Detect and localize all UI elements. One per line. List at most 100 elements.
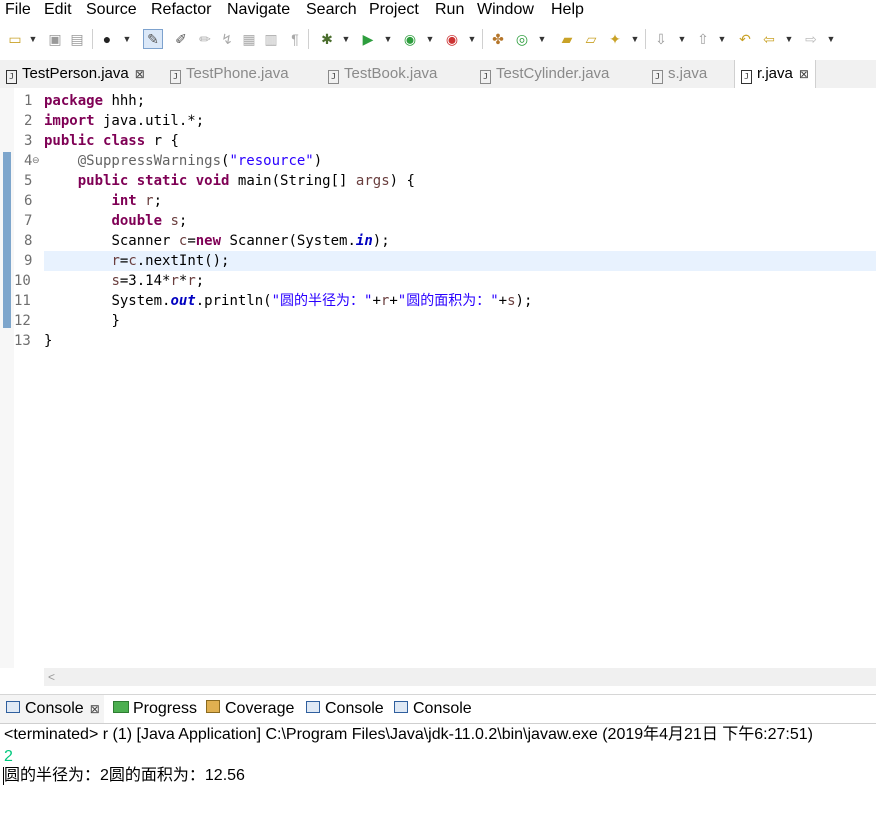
scroll-left-icon[interactable]: < (48, 668, 55, 686)
toolbar-separator (92, 29, 93, 49)
wrap-icon[interactable]: ↯ (218, 30, 236, 48)
menu-file[interactable]: File (5, 0, 31, 20)
menu-search[interactable]: Search (306, 0, 357, 20)
forward-icon[interactable]: ⇨ (802, 30, 820, 48)
code-text: Scanner(System. (221, 233, 356, 249)
coverage-icon (206, 700, 220, 713)
previous-annotation-icon[interactable]: ⇧ (694, 30, 712, 48)
keyword: double (111, 213, 163, 229)
code-editor[interactable]: 1 2 3 4 5 6 7 8 9 10 11 12 13 ⊖ package … (0, 88, 876, 688)
show-whitespace-icon[interactable]: ¶ (286, 30, 304, 48)
open-type-icon[interactable]: ▰ (558, 30, 576, 48)
toggle-mark-occurrences-icon[interactable]: ✎ (143, 29, 163, 49)
annotation-icon[interactable]: ✐ (172, 30, 190, 48)
profile-icon[interactable]: ● (98, 30, 116, 48)
external-tools-dropdown-icon[interactable]: ▼ (467, 30, 477, 48)
tab-testcylinder[interactable]: J TestCylinder.java (480, 60, 609, 88)
code-text: ); (515, 293, 533, 309)
search-icon[interactable]: ✦ (606, 30, 624, 48)
local-variable: r (170, 273, 179, 289)
menu-help[interactable]: Help (551, 0, 584, 20)
close-icon[interactable]: ⊠ (799, 67, 809, 81)
new-icon[interactable]: ▭ (6, 30, 24, 48)
tab-label: TestCylinder.java (496, 65, 610, 82)
profile-dropdown-icon[interactable]: ▼ (122, 30, 132, 48)
external-tools-icon[interactable]: ◉ (443, 30, 461, 48)
line-number: 10 (14, 273, 31, 289)
open-task-icon[interactable]: ▱ (582, 30, 600, 48)
string-literal: "resource" (229, 153, 314, 169)
next-annotation-dropdown-icon[interactable]: ▼ (677, 30, 687, 48)
menu-window[interactable]: Window (477, 0, 534, 20)
annotation: @SuppressWarnings (77, 153, 222, 169)
tab-r[interactable]: Jr.java ⊠ (734, 60, 816, 88)
run-icon[interactable]: ▶ (359, 30, 377, 48)
back-icon[interactable]: ⇦ (760, 30, 778, 48)
forward-dropdown-icon[interactable]: ▼ (826, 30, 836, 48)
keyword: new (195, 233, 222, 249)
close-icon[interactable]: ⊠ (135, 67, 145, 81)
next-annotation-icon[interactable]: ⇩ (652, 30, 670, 48)
fold-collapse-icon[interactable]: ⊖ (32, 155, 40, 166)
line-number: 6 (24, 193, 33, 209)
code-line-13: } (44, 331, 52, 351)
code-text: + (498, 293, 508, 309)
tab-coverage[interactable]: Coverage (206, 695, 294, 723)
code-line-3: public class r { (44, 131, 179, 151)
pen-icon[interactable]: ✏ (196, 30, 214, 48)
console-tab-bar: Console ⊠ Progress Coverage Console Conso… (0, 694, 876, 724)
run-dropdown-icon[interactable]: ▼ (383, 30, 393, 48)
whitespace-icon[interactable]: ▥ (262, 30, 280, 48)
code-line-2: import java.util.*; (44, 111, 204, 131)
new-java-package-icon[interactable]: ✤ (489, 30, 507, 48)
coverage-icon[interactable]: ◉ (401, 30, 419, 48)
menu-project[interactable]: Project (369, 0, 419, 20)
overview-ruler (0, 88, 14, 668)
local-variable: s (170, 213, 179, 229)
menu-edit[interactable]: Edit (44, 0, 72, 20)
tab-label: Console (325, 700, 384, 717)
tab-testphone[interactable]: J TestPhone.java (170, 60, 289, 88)
code-text: + (372, 293, 381, 309)
tab-progress[interactable]: Progress (113, 695, 197, 723)
back-dropdown-icon[interactable]: ▼ (784, 30, 794, 48)
code-text: + (389, 293, 398, 309)
tab-testperson[interactable]: J TestPerson.java ⊠ (6, 60, 145, 88)
code-area[interactable]: package hhh; import java.util.*; public … (44, 88, 876, 668)
tab-label: TestBook.java (344, 65, 438, 82)
console-output[interactable]: 2 圆的半径为：2圆的面积为：12.56 (0, 745, 876, 815)
new-java-class-icon[interactable]: ◎ (513, 30, 531, 48)
tab-console-2[interactable]: Console (306, 695, 384, 723)
tab-console-active[interactable]: Console ⊠ (0, 695, 104, 723)
code-text: hhh; (103, 93, 146, 109)
save-all-icon[interactable]: ▤ (68, 30, 86, 48)
horizontal-scrollbar[interactable]: < (44, 668, 876, 686)
close-icon[interactable]: ⊠ (90, 702, 100, 716)
new-class-dropdown-icon[interactable]: ▼ (537, 30, 547, 48)
save-icon[interactable]: ▣ (46, 30, 64, 48)
previous-annotation-dropdown-icon[interactable]: ▼ (717, 30, 727, 48)
menu-refactor[interactable]: Refactor (151, 0, 211, 20)
menu-bar: File Edit Source Refactor Navigate Searc… (0, 0, 876, 20)
console-output-text: 圆的半径为：2圆的面积为：12.56 (4, 767, 245, 784)
code-text: ; (178, 213, 188, 229)
menu-source[interactable]: Source (86, 0, 137, 20)
menu-run[interactable]: Run (435, 0, 464, 20)
search-dropdown-icon[interactable]: ▼ (630, 30, 640, 48)
debug-icon[interactable]: ✱ (318, 30, 336, 48)
toolbar-separator (645, 29, 646, 49)
tab-testbook[interactable]: J TestBook.java (328, 60, 437, 88)
coverage-dropdown-icon[interactable]: ▼ (425, 30, 435, 48)
toolbar-separator (308, 29, 309, 49)
progress-icon (113, 701, 129, 713)
last-edit-location-icon[interactable]: ↶ (736, 30, 754, 48)
local-variable: c (128, 253, 137, 269)
tab-s[interactable]: Js.java (652, 60, 707, 88)
menu-navigate[interactable]: Navigate (227, 0, 290, 20)
debug-dropdown-icon[interactable]: ▼ (341, 30, 351, 48)
new-dropdown-icon[interactable]: ▼ (28, 30, 38, 48)
local-variable: r (111, 253, 120, 269)
code-text: ) { (389, 173, 415, 189)
tab-console-3[interactable]: Console (394, 695, 472, 723)
block-selection-icon[interactable]: ▦ (240, 30, 258, 48)
